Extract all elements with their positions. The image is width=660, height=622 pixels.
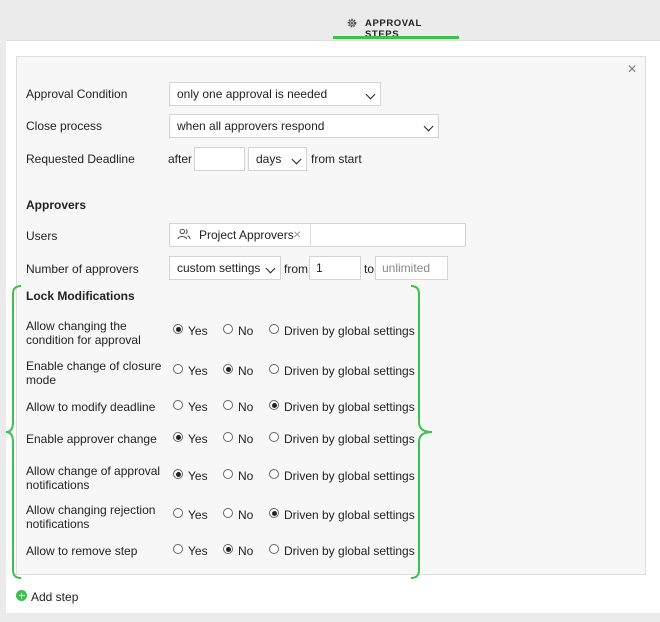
- gear-icon: [347, 18, 357, 28]
- tab-active-indicator: [333, 36, 459, 39]
- number-of-approvers-value: custom settings: [177, 261, 261, 275]
- radio-label-yes: Yes: [188, 508, 208, 522]
- radio-label-no: No: [238, 432, 254, 446]
- deadline-after-text: after: [168, 152, 193, 166]
- radio-no[interactable]: [223, 324, 233, 334]
- approvers-to-input[interactable]: unlimited: [375, 256, 448, 280]
- chevron-down-icon: [265, 263, 276, 274]
- plus-icon: [16, 590, 27, 601]
- approval-condition-select[interactable]: only one approval is needed: [169, 82, 381, 106]
- radio-label-no: No: [238, 364, 254, 378]
- lock-row-label: Allow to remove step: [26, 544, 138, 558]
- lock-row-label: Allow change of approval: [26, 464, 161, 478]
- lock-row-label: Allow to modify deadline: [26, 400, 156, 414]
- number-of-approvers-select[interactable]: custom settings: [169, 256, 281, 280]
- radio-no[interactable]: [223, 400, 233, 410]
- radio-no[interactable]: [223, 469, 233, 479]
- tab-bar: APPROVAL STEPS: [0, 0, 660, 40]
- users-icon: [177, 228, 191, 240]
- radio-no[interactable]: [223, 432, 233, 442]
- approvers-heading: Approvers: [26, 198, 87, 212]
- radio-global[interactable]: [269, 324, 279, 334]
- left-brace-annotation: [5, 285, 22, 579]
- radio-global[interactable]: [269, 364, 279, 374]
- right-brace-annotation: [410, 285, 433, 579]
- remove-chip-icon[interactable]: ×: [293, 226, 301, 242]
- radio-yes[interactable]: [173, 400, 183, 410]
- lock-row-label-line2: condition for approval: [26, 333, 141, 347]
- radio-global[interactable]: [269, 508, 279, 518]
- radio-label-yes: Yes: [188, 364, 208, 378]
- radio-label-global: Driven by global settings: [284, 508, 415, 522]
- from-text: from: [284, 262, 308, 276]
- chevron-down-icon: [365, 89, 376, 100]
- radio-yes[interactable]: [173, 364, 183, 374]
- radio-label-no: No: [238, 469, 254, 483]
- radio-label-yes: Yes: [188, 432, 208, 446]
- lock-row-label-line2: mode: [26, 373, 57, 387]
- radio-yes[interactable]: [173, 469, 183, 479]
- radio-label-yes: Yes: [188, 469, 208, 483]
- deadline-unit-select[interactable]: days: [248, 147, 307, 171]
- radio-label-global: Driven by global settings: [284, 400, 415, 414]
- radio-global[interactable]: [269, 432, 279, 442]
- radio-yes[interactable]: [173, 508, 183, 518]
- lock-row-label-line2: notifications: [26, 517, 90, 531]
- lock-row-label: Enable change of closure: [26, 359, 162, 373]
- radio-label-global: Driven by global settings: [284, 364, 415, 378]
- radio-label-yes: Yes: [188, 544, 208, 558]
- number-of-approvers-label: Number of approvers: [26, 262, 139, 276]
- radio-label-global: Driven by global settings: [284, 324, 415, 338]
- radio-yes[interactable]: [173, 544, 183, 554]
- radio-no[interactable]: [223, 508, 233, 518]
- deadline-from-start-text: from start: [311, 152, 362, 166]
- approval-condition-value: only one approval is needed: [177, 87, 328, 101]
- radio-label-global: Driven by global settings: [284, 544, 415, 558]
- radio-label-no: No: [238, 508, 254, 522]
- to-text: to: [364, 262, 375, 276]
- radio-no[interactable]: [223, 544, 233, 554]
- radio-label-yes: Yes: [188, 324, 208, 338]
- lock-row-label: Allow changing the: [26, 319, 127, 333]
- radio-label-no: No: [238, 544, 254, 558]
- radio-yes[interactable]: [173, 324, 183, 334]
- radio-global[interactable]: [269, 469, 279, 479]
- tab-approval-steps[interactable]: APPROVAL STEPS: [333, 0, 459, 40]
- radio-yes[interactable]: [173, 432, 183, 442]
- deadline-unit-value: days: [256, 152, 282, 166]
- lock-row-label: Allow changing rejection: [26, 503, 156, 517]
- radio-label-global: Driven by global settings: [284, 432, 415, 446]
- radio-global[interactable]: [269, 400, 279, 410]
- radio-label-no: No: [238, 400, 254, 414]
- close-process-value: when all approvers respond: [177, 119, 325, 133]
- deadline-value-input[interactable]: [194, 147, 245, 171]
- lock-row-label: Enable approver change: [26, 432, 157, 446]
- lock-row-label-line2: notifications: [26, 478, 90, 492]
- chevron-down-icon: [291, 154, 302, 165]
- radio-label-global: Driven by global settings: [284, 469, 415, 483]
- requested-deadline-label: Requested Deadline: [26, 152, 135, 166]
- lock-modifications-heading: Lock Modifications: [26, 289, 135, 303]
- close-process-select[interactable]: when all approvers respond: [169, 114, 439, 138]
- radio-global[interactable]: [269, 544, 279, 554]
- approvers-from-input[interactable]: 1: [309, 256, 361, 280]
- close-process-label: Close process: [26, 119, 103, 133]
- radio-label-no: No: [238, 324, 254, 338]
- users-label: Users: [26, 229, 58, 243]
- chevron-down-icon: [423, 121, 434, 132]
- radio-label-yes: Yes: [188, 400, 208, 414]
- user-group-chip: Project Approvers ×: [169, 223, 311, 247]
- radio-no[interactable]: [223, 364, 233, 374]
- add-step-label: Add step: [31, 590, 79, 604]
- user-group-chip-label: Project Approvers: [199, 228, 294, 242]
- close-icon[interactable]: ×: [625, 62, 639, 78]
- approval-condition-label: Approval Condition: [26, 87, 128, 101]
